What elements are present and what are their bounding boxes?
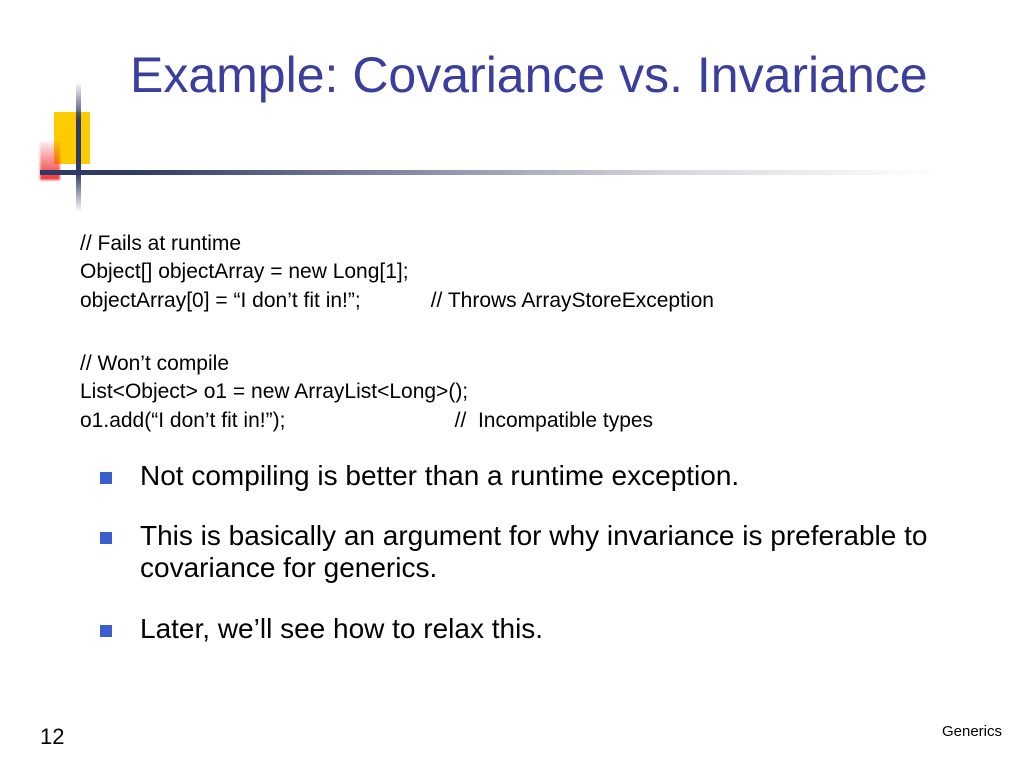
bullet-text: Not compiling is better than a runtime e…	[140, 460, 739, 492]
bullet-list: Not compiling is better than a runtime e…	[100, 460, 960, 673]
slide-title: Example: Covariance vs. Invariance	[130, 48, 928, 103]
footer-label: Generics	[942, 723, 1002, 740]
logo-vertical-bar	[76, 82, 81, 212]
bullet-text: This is basically an argument for why in…	[140, 520, 960, 584]
bullet-icon	[100, 532, 112, 544]
slide-logo	[40, 112, 110, 192]
code-sample-compile: // Won’t compile List<Object> o1 = new A…	[80, 350, 653, 435]
bullet-icon	[100, 625, 112, 637]
bullet-item: Not compiling is better than a runtime e…	[100, 460, 960, 492]
bullet-item: This is basically an argument for why in…	[100, 520, 960, 584]
bullet-text: Later, we’ll see how to relax this.	[140, 613, 543, 645]
bullet-icon	[100, 472, 112, 484]
code-sample-runtime: // Fails at runtime Object[] objectArray…	[80, 230, 714, 315]
bullet-item: Later, we’ll see how to relax this.	[100, 613, 960, 645]
page-number: 12	[40, 724, 64, 750]
logo-horizontal-bar	[40, 170, 940, 175]
